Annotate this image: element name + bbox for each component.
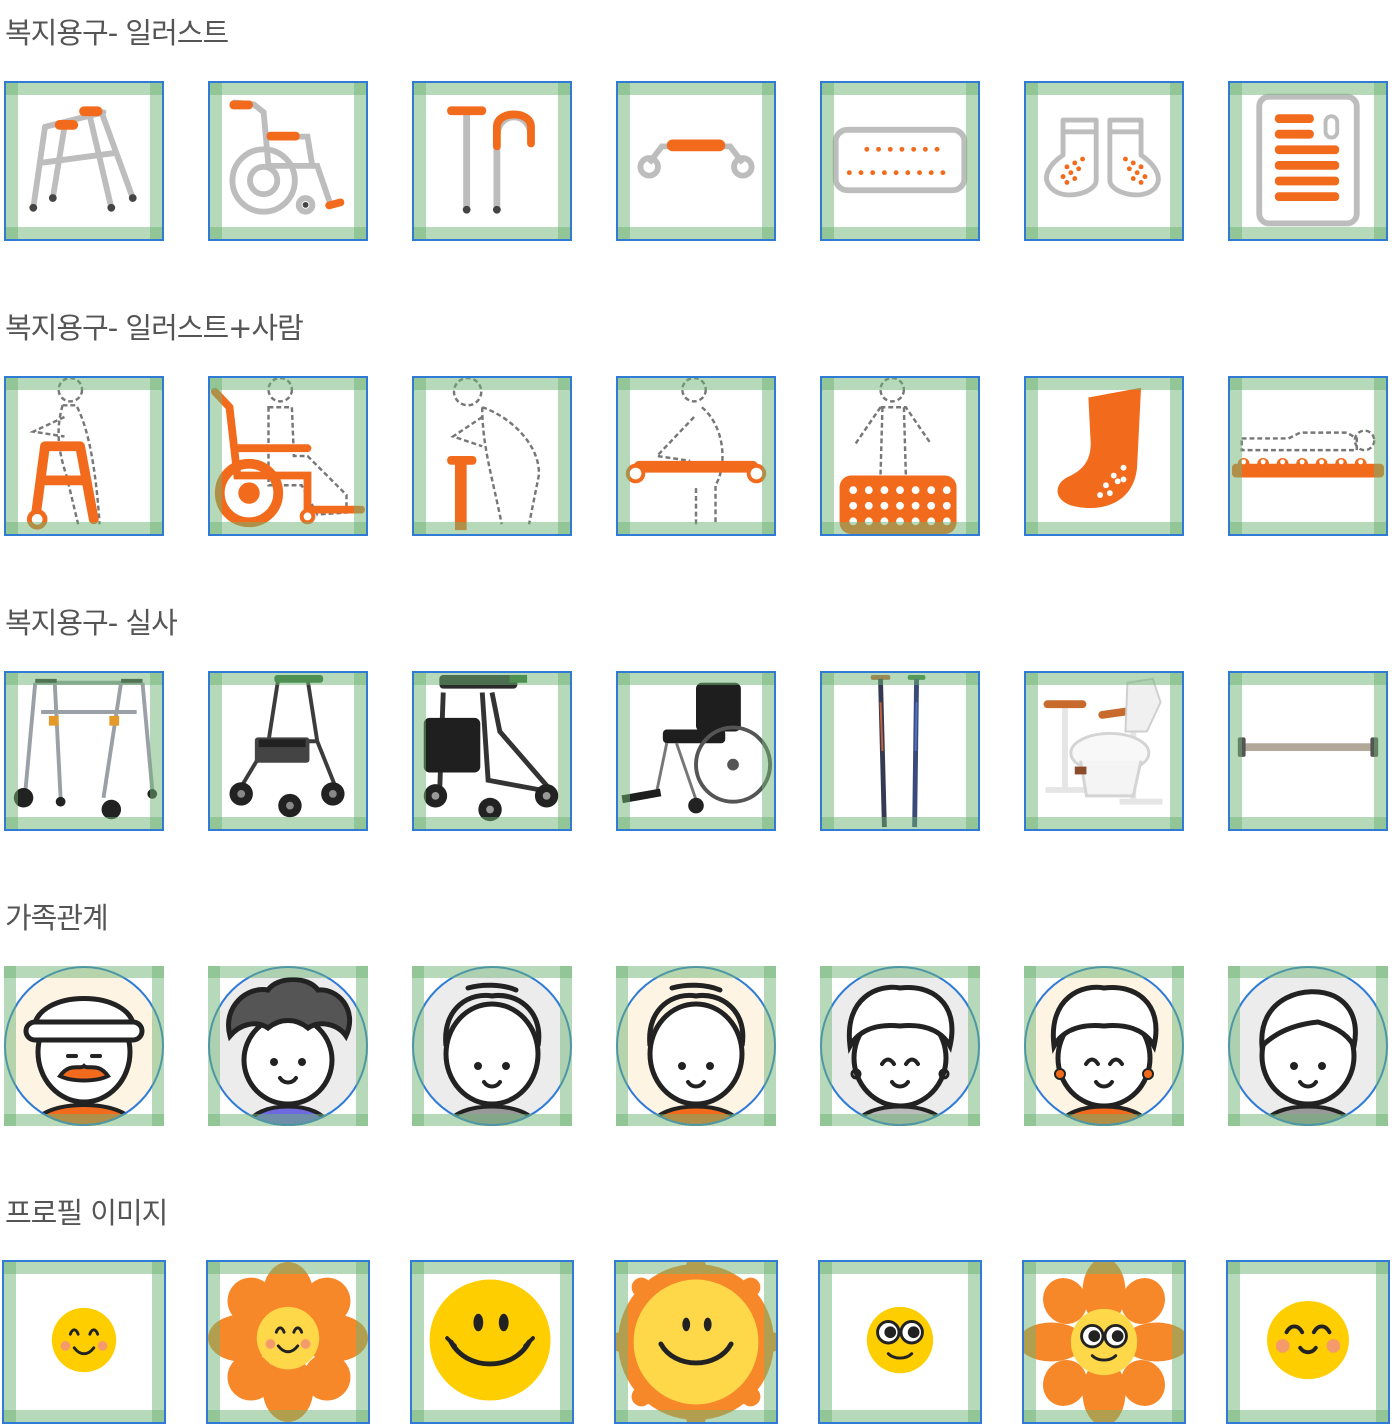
small-smiley-profile[interactable] bbox=[2, 1260, 166, 1424]
big-smiley-profile[interactable] bbox=[410, 1260, 574, 1424]
section-title: 복지용구- 실사 bbox=[5, 606, 178, 640]
cane-illustration-icon[interactable] bbox=[412, 81, 572, 241]
blushing-smiley-profile[interactable] bbox=[1226, 1260, 1390, 1424]
mattress-person-icon[interactable] bbox=[1228, 376, 1388, 536]
mother-avatar[interactable] bbox=[208, 966, 368, 1126]
sock-person-icon[interactable] bbox=[1024, 376, 1184, 536]
walker-photo[interactable] bbox=[4, 671, 164, 831]
toilet-frame-photo[interactable] bbox=[1024, 671, 1184, 831]
section-profile: 프로필 이미지 bbox=[0, 1190, 1392, 1425]
section-illustration: 복지용구- 일러스트 bbox=[0, 10, 1392, 245]
flower-profile[interactable] bbox=[206, 1260, 370, 1424]
father-avatar[interactable] bbox=[412, 966, 572, 1126]
mat-person-icon[interactable] bbox=[820, 376, 980, 536]
grandfather-avatar[interactable] bbox=[4, 966, 164, 1126]
walking-sticks-photo[interactable] bbox=[820, 671, 980, 831]
grandson-avatar[interactable] bbox=[1228, 966, 1388, 1126]
mattress-illustration-icon[interactable] bbox=[1228, 81, 1388, 241]
googly-flower-profile[interactable] bbox=[1022, 1260, 1186, 1424]
grab-bar-illustration-icon[interactable] bbox=[616, 81, 776, 241]
wheelchair-illustration-icon[interactable] bbox=[208, 81, 368, 241]
non-slip-mat-illustration-icon[interactable] bbox=[820, 81, 980, 241]
grab-bar-photo[interactable] bbox=[1228, 671, 1388, 831]
daughter-avatar[interactable] bbox=[1024, 966, 1184, 1126]
grab-bar-person-icon[interactable] bbox=[616, 376, 776, 536]
wheelchair-photo[interactable] bbox=[616, 671, 776, 831]
non-slip-socks-illustration-icon[interactable] bbox=[1024, 81, 1184, 241]
walker-illustration-icon[interactable] bbox=[4, 81, 164, 241]
section-title: 복지용구- 일러스트+사람 bbox=[5, 311, 304, 345]
section-title: 가족관계 bbox=[5, 901, 109, 935]
section-title: 프로필 이미지 bbox=[5, 1196, 168, 1230]
section-illustration-person: 복지용구- 일러스트+사람 bbox=[0, 305, 1392, 540]
cane-person-icon[interactable] bbox=[412, 376, 572, 536]
section-photo: 복지용구- 실사 bbox=[0, 600, 1392, 835]
rollator-bag-photo[interactable] bbox=[412, 671, 572, 831]
sunflower-profile[interactable] bbox=[614, 1260, 778, 1424]
grandmother-avatar[interactable] bbox=[820, 966, 980, 1126]
son-avatar[interactable] bbox=[616, 966, 776, 1126]
wheelchair-person-icon[interactable] bbox=[208, 376, 368, 536]
rollator-photo[interactable] bbox=[208, 671, 368, 831]
section-family: 가족관계 bbox=[0, 895, 1392, 1130]
section-title: 복지용구- 일러스트 bbox=[5, 16, 229, 50]
googly-eyes-smiley-profile[interactable] bbox=[818, 1260, 982, 1424]
walker-person-icon[interactable] bbox=[4, 376, 164, 536]
